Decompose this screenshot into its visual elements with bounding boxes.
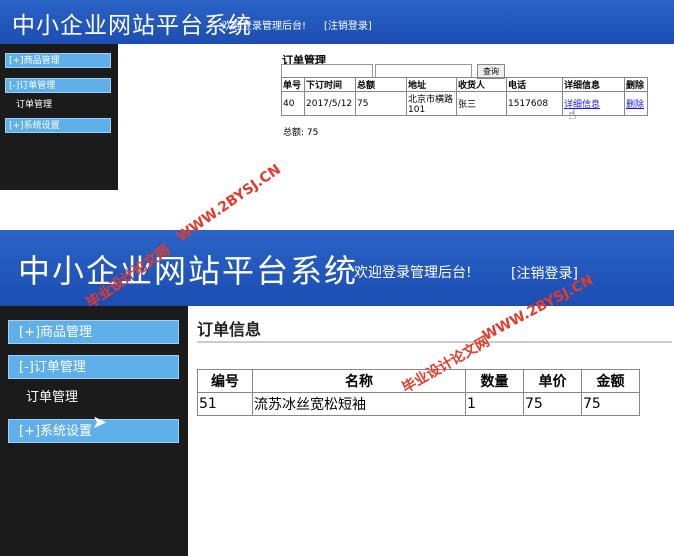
page-title: 订单信息 bbox=[197, 320, 262, 339]
table-header-row: 单号 下订时间 总额 地址 收货人 电话 详细信息 删除 bbox=[281, 77, 648, 92]
cell-name: 流苏冰丝宽松短袖 bbox=[252, 392, 466, 416]
cell-id: 51 bbox=[197, 392, 253, 416]
app-title: 中小企业网站平台系统 bbox=[18, 252, 359, 290]
welcome-text: 欢迎登录管理后台! bbox=[222, 21, 307, 32]
cell-qty: 1 bbox=[465, 392, 524, 416]
col-header: 编号 bbox=[197, 369, 253, 393]
table-row: 40 2017/5/12 75 北京市横路101 张三 1517608 详细信息… bbox=[281, 91, 648, 116]
logout-link[interactable]: [注销登录] bbox=[324, 17, 372, 32]
col-header: 单号 bbox=[281, 77, 305, 92]
total-amount: 总额: 75 bbox=[283, 128, 319, 138]
main-content bbox=[188, 306, 674, 556]
cell-total: 75 bbox=[355, 91, 407, 116]
cell-phone: 1517608 bbox=[506, 91, 563, 116]
col-header: 电话 bbox=[506, 77, 563, 92]
col-header: 总额 bbox=[355, 77, 407, 92]
nav-order-management[interactable]: [-]订单管理 bbox=[5, 78, 111, 93]
cell-id: 40 bbox=[281, 91, 305, 116]
search-input-2[interactable] bbox=[375, 64, 472, 78]
submenu-order-management[interactable]: 订单管理 bbox=[26, 386, 78, 405]
cell-receiver: 张三 bbox=[456, 91, 507, 116]
hand-cursor-icon: ☝ bbox=[568, 107, 577, 123]
col-header: 下订时间 bbox=[304, 77, 356, 92]
search-input-1[interactable] bbox=[281, 64, 373, 78]
app-title: 中小企业网站平台系统 bbox=[12, 13, 252, 39]
col-header: 地址 bbox=[406, 77, 457, 92]
col-header: 删除 bbox=[624, 77, 648, 92]
logout-link[interactable]: [注销登录] bbox=[511, 263, 578, 283]
screenshot-order-management: 中小企业网站平台系统 欢迎登录管理后台! [注销登录] [+]商品管理 [-]订… bbox=[0, 0, 674, 190]
welcome-text: 欢迎登录管理后台! bbox=[354, 265, 472, 281]
nav-product-management[interactable]: [+]商品管理 bbox=[8, 320, 179, 344]
nav-order-management[interactable]: [-]订单管理 bbox=[8, 355, 179, 379]
cell-amount: 75 bbox=[581, 392, 640, 416]
nav-system-settings[interactable]: [+]系统设置 bbox=[5, 118, 111, 133]
col-header: 金额 bbox=[581, 369, 640, 393]
cell-address: 北京市横路101 bbox=[406, 91, 457, 116]
nav-product-management[interactable]: [+]商品管理 bbox=[5, 53, 111, 68]
submenu-order-management[interactable]: 订单管理 bbox=[16, 97, 52, 110]
table-row: 51 流苏冰丝宽松短袖 1 75 75 bbox=[197, 392, 640, 416]
cell-delete: 删除 bbox=[624, 91, 648, 116]
delete-link[interactable]: 删除 bbox=[626, 100, 644, 110]
col-header: 详细信息 bbox=[562, 77, 625, 92]
cell-price: 75 bbox=[523, 392, 582, 416]
cell-date: 2017/5/12 bbox=[304, 91, 356, 116]
col-header: 数量 bbox=[465, 369, 524, 393]
orders-table: 单号 下订时间 总额 地址 收货人 电话 详细信息 删除 40 2017/5/1… bbox=[281, 77, 648, 116]
col-header: 单价 bbox=[523, 369, 582, 393]
col-header: 收货人 bbox=[456, 77, 507, 92]
title-divider bbox=[197, 341, 672, 343]
arrow-cursor-icon: ➤ bbox=[92, 412, 108, 433]
